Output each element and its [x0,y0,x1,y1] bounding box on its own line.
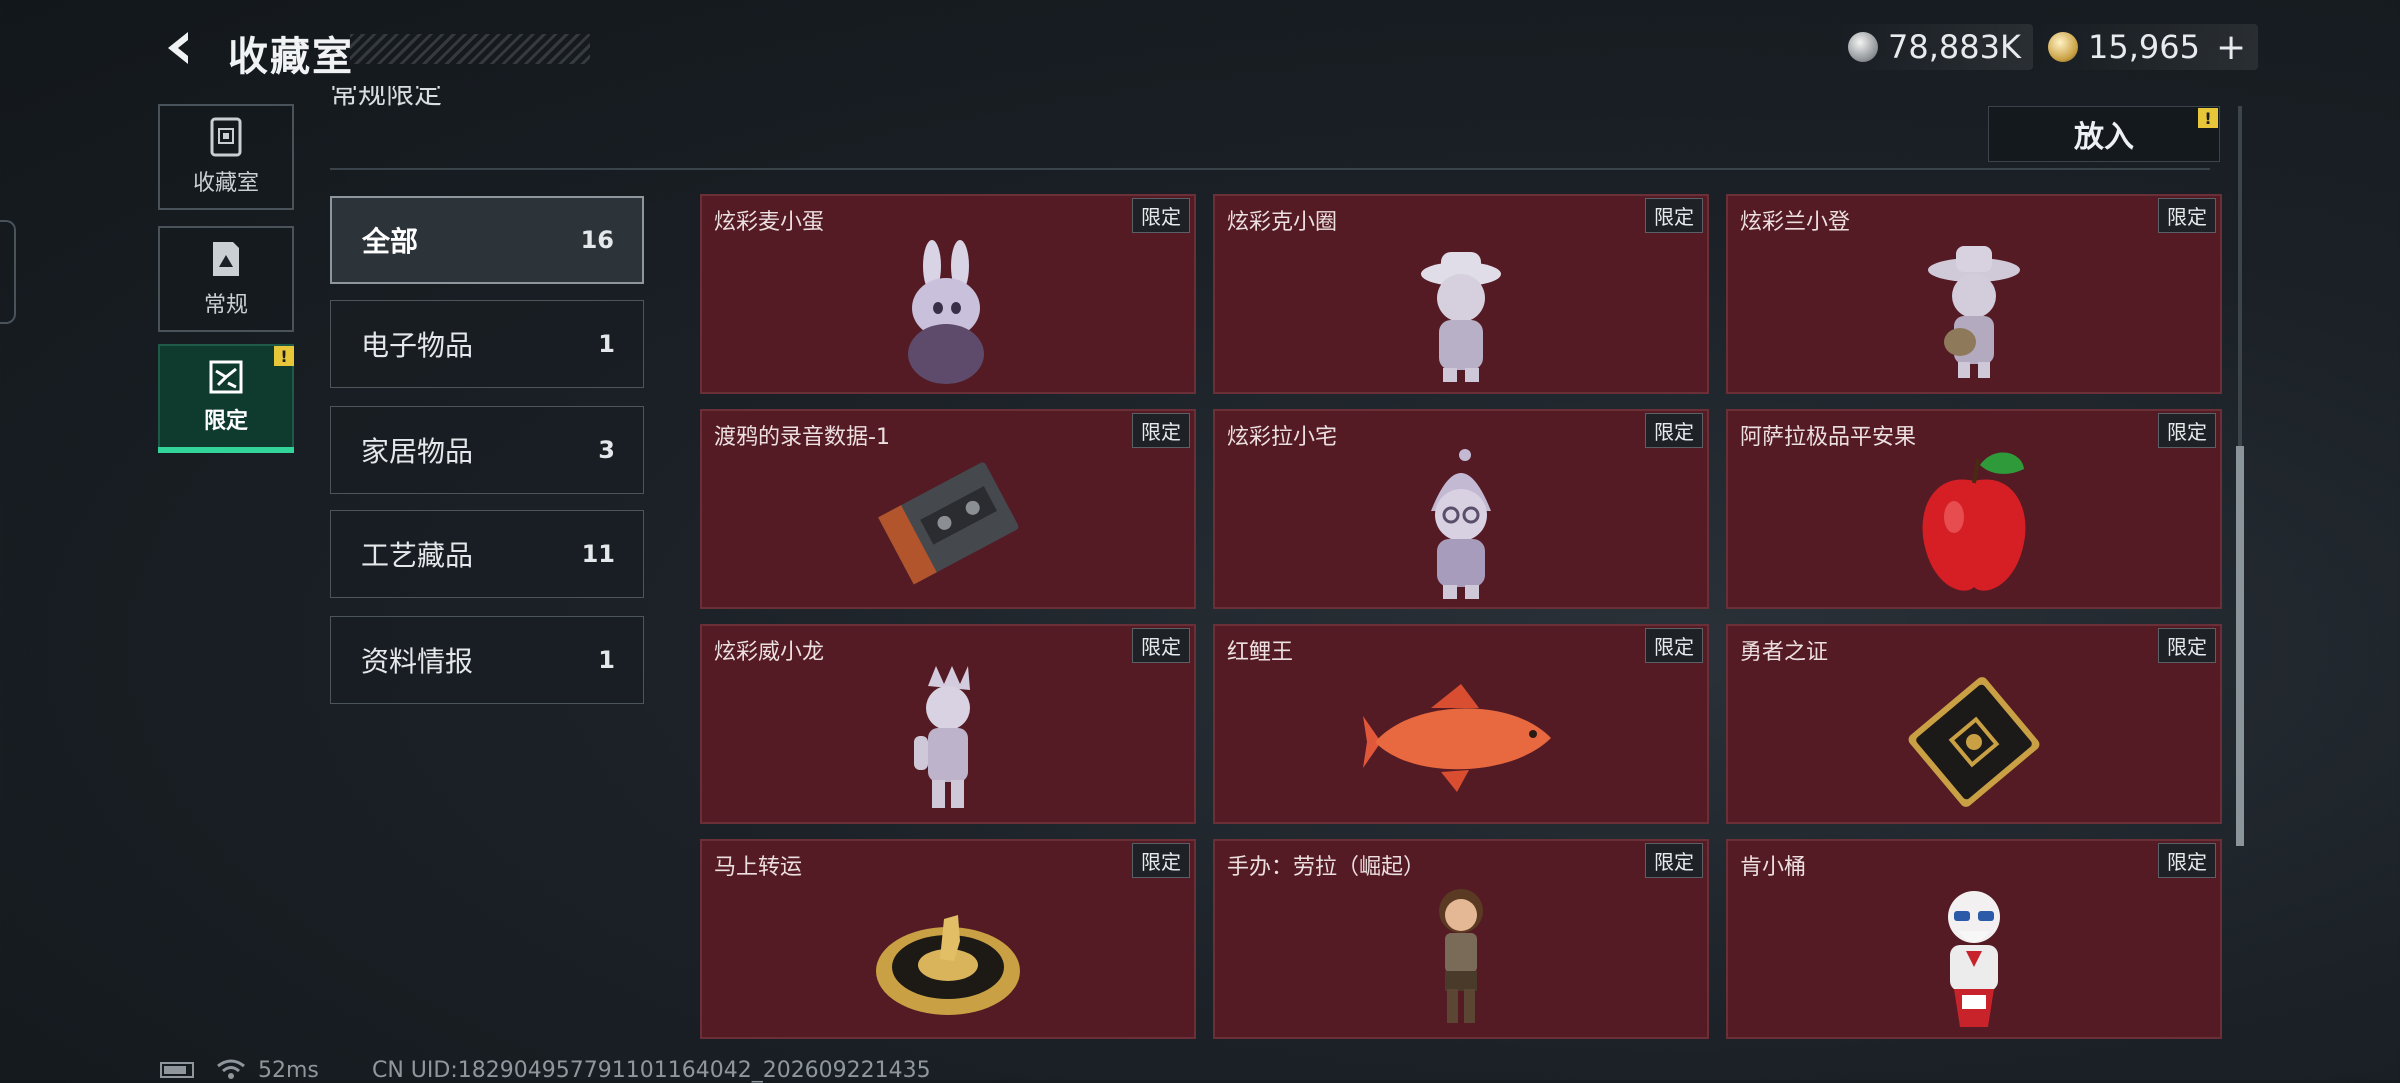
category-count: 3 [598,436,615,464]
category-household[interactable]: 家居物品 3 [330,406,644,494]
item-name: 炫彩兰小登 [1740,210,1851,235]
category-name: 家居物品 [361,435,474,468]
document-icon [213,242,239,276]
category-all[interactable]: 全部 16 [330,196,644,284]
nav-label: 限定 [203,409,248,434]
item-card[interactable]: 红鲤王 限定 [1213,624,1709,824]
limited-badge: 限定 [1132,198,1190,233]
item-name: 红鲤王 [1227,640,1294,665]
gold-card-icon [1908,677,2040,807]
item-card[interactable]: 马上转运 限定 [700,839,1196,1039]
golden-horse-dial-icon [876,915,1020,1015]
category-name: 全部 [362,225,419,258]
category-crafts[interactable]: 工艺藏品 11 [330,510,644,598]
item-card[interactable]: 炫彩威小龙 限定 [700,624,1196,824]
colonel-figure-icon [1948,891,2000,1027]
item-name: 炫彩麦小蛋 [714,210,825,235]
warning-icon: ! [274,346,294,366]
category-electronics[interactable]: 电子物品 1 [330,300,644,388]
warning-icon: ! [2198,108,2218,128]
limited-badge: 限定 [1132,413,1190,448]
nav-label: 收藏室 [192,171,259,196]
uid-text: CN UID:18290495779110116404‌2_2026092214… [372,1058,931,1083]
limited-badge: 限定 [2158,843,2216,878]
item-card[interactable]: 渡鸦的录音数据-1 限定 [700,409,1196,609]
category-name: 工艺藏品 [361,539,474,572]
category-intel[interactable]: 资料情报 1 [330,616,644,704]
item-card[interactable]: 手办：劳拉（崛起） 限定 [1213,839,1709,1039]
gold-currency-value: 15,965 [2088,28,2200,66]
limited-badge: 限定 [1645,198,1703,233]
gold-currency: 15,965 + [2036,24,2259,70]
item-card[interactable]: 阿萨拉极品平安果 限定 [1726,409,2222,609]
category-count: 16 [580,226,614,254]
category-count: 1 [598,646,615,674]
item-card[interactable]: 肯小桶 限定 [1726,839,2222,1039]
back-button[interactable] [160,28,200,68]
item-name: 勇者之证 [1740,640,1829,665]
silver-coin-icon [1848,32,1878,62]
wifi-icon [217,1059,245,1079]
limited-badge: 限定 [2158,628,2216,663]
nav-collection-room[interactable]: 收藏室 [158,104,294,210]
nav-regular[interactable]: 常规 [158,226,294,332]
limited-badge: 限定 [2158,198,2216,233]
limited-badge: 限定 [2158,413,2216,448]
item-name: 马上转运 [714,855,803,880]
item-card[interactable]: 炫彩克小圈 限定 [1213,194,1709,394]
silver-currency-value: 78,883K [1888,28,2021,66]
limited-badge: 限定 [1132,843,1190,878]
gold-coin-icon [2048,32,2078,62]
red-carp-icon [1363,684,1551,792]
hooded-figure-icon [1431,449,1491,599]
section-divider [330,168,2210,170]
item-name: 肯小桶 [1740,855,1807,880]
cassette-tape-icon [878,462,1019,585]
category-count: 11 [581,540,615,568]
add-currency-button[interactable]: + [2216,27,2246,68]
limited-badge: 限定 [1645,413,1703,448]
scrollbar-thumb[interactable] [2236,446,2244,846]
ping-text: 52ms [258,1058,319,1083]
red-apple-icon [1922,452,2026,591]
dragon-figure-icon [914,666,970,808]
item-card[interactable]: 炫彩麦小蛋 限定 [700,194,1196,394]
limited-badge: 限定 [1645,628,1703,663]
item-name: 炫彩克小圈 [1227,210,1338,235]
page-title: 收藏室 [228,34,354,80]
archive-icon [210,117,242,157]
item-name: 炫彩拉小宅 [1227,425,1338,450]
bunny-egg-figure-icon [908,240,984,384]
side-drawer-handle[interactable] [0,220,16,324]
item-name: 炫彩威小龙 [714,640,825,665]
sombrero-guitar-figure-icon [1928,246,2020,378]
back-arrow-icon [168,32,188,64]
category-name: 电子物品 [361,329,474,362]
hat-girl-figure-icon [1421,252,1501,382]
category-count: 1 [598,330,615,358]
limited-badge: 限定 [1645,843,1703,878]
item-card[interactable]: 炫彩拉小宅 限定 [1213,409,1709,609]
section-title: 常规限定 [330,86,443,110]
battery-icon [160,1062,194,1078]
nav-label: 常规 [203,293,248,318]
item-card[interactable]: 炫彩兰小登 限定 [1726,194,2222,394]
title-decoration [350,34,590,64]
silver-currency: 78,883K [1836,24,2033,70]
limited-badge: 限定 [1132,628,1190,663]
category-name: 资料情报 [361,645,474,678]
put-in-button[interactable]: 放入 [1988,106,2220,162]
item-card[interactable]: 勇者之证 限定 [1726,624,2222,824]
nav-active-indicator [158,447,294,453]
limited-icon [209,360,243,394]
lara-figure-icon [1439,889,1483,1023]
